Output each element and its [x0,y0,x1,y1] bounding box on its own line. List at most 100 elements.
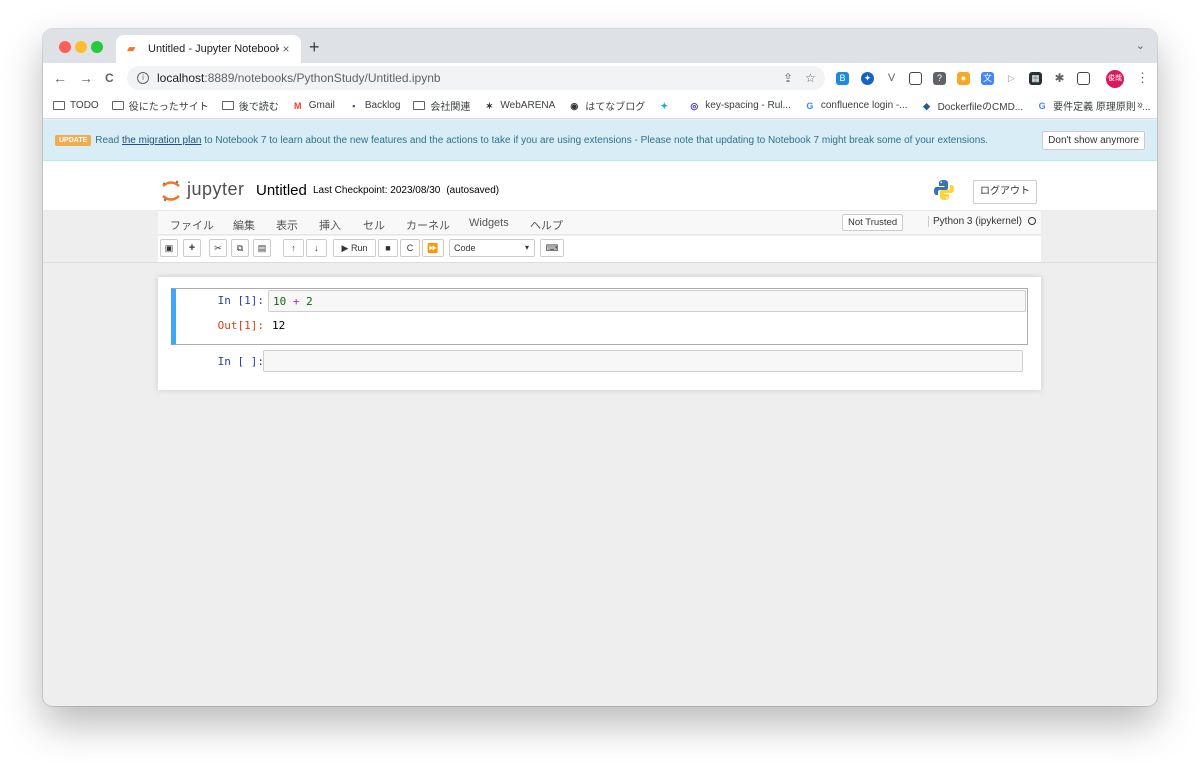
menu-item[interactable]: ヘルプ [530,217,563,233]
extension-google-translate-icon[interactable]: 文 [981,72,994,85]
back-button[interactable]: ← [53,69,67,87]
bookmark-item[interactable]: ◎ key-spacing - Rul... [688,100,791,111]
code-input[interactable]: 10 + 2 [268,290,1026,312]
menu-item[interactable]: セル [363,217,385,233]
code-token-number: 2 [306,295,313,308]
browser-menu-icon[interactable]: ⋮ [1136,70,1149,86]
profile-avatar[interactable]: 俊哉 [1106,70,1124,88]
extension-compass-icon[interactable]: ✦ [861,72,874,85]
google-icon: G [1038,100,1046,111]
jupyter-logo[interactable]: jupyter [161,179,245,201]
tab-jupyter-notebook[interactable]: ▰ Untitled - Jupyter Notebook × [116,35,301,63]
extension-wappalyzer-icon[interactable]: ● [957,72,970,85]
extension-copy-icon[interactable] [909,72,922,85]
reload-button[interactable]: C [105,69,114,87]
dont-show-anymore-button[interactable]: Don't show anymore [1042,131,1145,150]
bookmark-item[interactable]: G 要件定義 原理原則 -... [1036,98,1151,114]
migration-plan-link[interactable]: the migration plan [122,135,202,146]
minimize-window-button[interactable] [75,41,87,53]
extension-screenshot-icon[interactable]: ▦ [1029,72,1042,85]
bookmark-item[interactable]: ✶ WebARENA [483,100,556,111]
code-token-operator: + [286,295,307,308]
folder-icon [53,101,65,110]
bookmark-item[interactable]: ✦ [658,101,675,111]
code-cell-1[interactable]: In [1]: 10 + 2 Out[1]: 12 [171,288,1028,345]
extension-vue-icon[interactable]: V [885,72,898,85]
move-up-icon[interactable]: ↑ [283,239,304,257]
input-prompt: In [1]: [217,294,264,307]
restart-icon[interactable]: C [400,239,420,257]
insert-cell-icon[interactable]: + [183,239,201,257]
bookmark-item[interactable]: ◉ はてなブログ [568,98,646,114]
folder-icon [111,101,124,110]
bookmark-item[interactable]: 後で読む [221,98,279,113]
logout-button[interactable]: ログアウト [973,180,1037,204]
menu-item[interactable]: ファイル [170,217,214,233]
bookmark-label: 後で読む [238,102,279,113]
paste-icon[interactable]: ▤ [253,239,271,257]
bookmark-label: DockerfileのCMD... [937,102,1024,113]
tab-title: Untitled - Jupyter Notebook [148,43,279,55]
extension-help-icon[interactable]: ? [933,72,946,85]
bookmark-label: TODO [70,100,99,111]
interrupt-icon[interactable]: ■ [378,239,398,257]
code-input[interactable] [263,350,1023,372]
menu-item[interactable]: Widgets [469,217,509,229]
address-bar[interactable]: i localhost:8889/notebooks/PythonStudy/U… [127,66,825,90]
new-tab-button[interactable]: + [309,37,320,57]
not-trusted-indicator[interactable]: Not Trusted [842,214,904,231]
bookmark-item[interactable]: 役にたったサイト [111,98,209,113]
move-down-icon[interactable]: ↓ [306,239,327,257]
folder-icon [221,101,234,110]
copy-icon[interactable]: ⧉ [231,239,249,257]
bookmark-item[interactable]: 会社関連 [413,98,470,113]
menu-item[interactable]: 挿入 [319,217,341,233]
bookmark-item[interactable]: Gconfluence login -... [804,100,907,111]
extension-cursor-icon[interactable]: ▷ [1005,72,1018,85]
bookmark-label: Backlog [364,100,401,111]
notebook-title[interactable]: Untitled [256,182,307,199]
checkpoint-text: Last Checkpoint: 2023/08/30 [313,185,441,196]
bookmarks-overflow-icon[interactable]: » [1137,99,1143,111]
forward-button[interactable]: → [79,69,93,87]
restart-run-all-icon[interactable]: ⏩ [422,239,444,257]
cut-icon[interactable]: ✂ [209,239,227,257]
bookmark-star-icon[interactable]: ☆ [805,71,816,85]
bookmark-label: はてなブログ [585,102,646,113]
bookmark-label: WebARENA [500,100,556,111]
notebook-toolbar: ▣ + ✂ ⧉ ▤ ↑ ↓ ▶ Run ■ C ⏩ Code ▾ ⌨ [158,236,1041,263]
hatena-icon: ◉ [570,100,579,111]
zoom-window-button[interactable] [91,41,103,53]
menu-item[interactable]: カーネル [406,217,450,233]
save-icon[interactable]: ▣ [160,239,178,257]
command-palette-icon[interactable]: ⌨ [540,239,564,257]
tab-close-button[interactable]: × [279,42,293,56]
bookmark-item[interactable]: M Gmail [292,100,335,111]
cell-type-select[interactable]: Code ▾ [449,239,535,257]
code-cell-2[interactable]: In [ ]: [176,350,1028,376]
checkpoint-status: Last Checkpoint: 2023/08/30 (autosaved) [313,185,499,196]
side-panel-icon[interactable] [1077,72,1090,85]
python-logo-icon [933,179,955,201]
bookmarks-bar: TODO 役にたったサイト 後で読む M Gmail ▪ Backlog 会社関連 ✶ WebAR… [43,93,1157,119]
bookmark-label: 要件定義 原理原則 -... [1053,102,1151,113]
bookmark-label: key-spacing - Rul... [705,100,791,111]
input-prompt: In [ ]: [217,355,264,368]
share-icon[interactable]: ⇪ [783,71,793,85]
menu-item[interactable]: 表示 [276,217,298,233]
bookmark-item[interactable]: ▪ Backlog [348,100,401,111]
menu-item[interactable]: 編集 [233,217,255,233]
run-button[interactable]: ▶ Run [333,239,376,257]
banner-text-pre: Read [95,135,122,146]
close-window-button[interactable] [59,41,71,53]
bookmark-label: Gmail [308,100,335,111]
tab-search-chevron-icon[interactable]: ⌄ [1136,39,1145,52]
bookmark-item[interactable]: ◆ DockerfileのCMD... [921,98,1024,114]
extension-translate-icon[interactable]: B [836,72,849,85]
webarena-icon: ✶ [485,100,494,111]
notebook-header: jupyter Untitled Last Checkpoint: 2023/0… [43,161,1157,210]
site-info-icon[interactable]: i [137,72,149,84]
bookmark-item[interactable]: TODO [53,100,99,111]
extensions-puzzle-icon[interactable]: ✱ [1053,72,1066,85]
jupyter-wordmark: jupyter [187,179,245,199]
